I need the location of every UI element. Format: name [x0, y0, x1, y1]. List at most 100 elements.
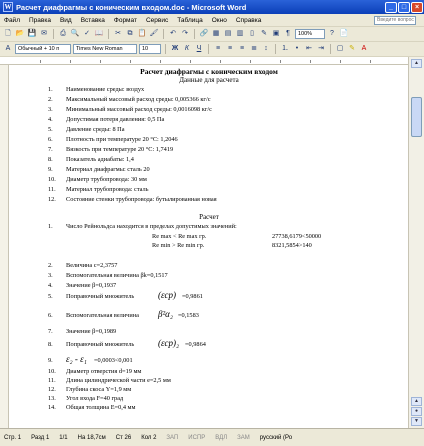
scroll-thumb[interactable]	[411, 97, 422, 137]
list-number: 11.	[48, 186, 56, 193]
style-select[interactable]: Обычный + 10 п	[15, 44, 71, 54]
menu-edit[interactable]: Правка	[29, 17, 51, 24]
cut-icon[interactable]: ✂	[113, 29, 123, 39]
list-item: Состояние стенки трубопровода: бутылиров…	[66, 196, 217, 203]
horizontal-ruler[interactable]	[0, 57, 424, 65]
prev-page-icon[interactable]: ▲	[411, 397, 422, 406]
menu-format[interactable]: Формат	[114, 17, 137, 24]
list-number: 3.	[48, 272, 53, 279]
menu-window[interactable]: Окно	[212, 17, 227, 24]
status-position: На 18,7см	[77, 434, 106, 441]
menu-help[interactable]: Справка	[236, 17, 262, 24]
list-number: 2.	[48, 262, 53, 269]
toolbar-separator	[194, 29, 195, 39]
font-select[interactable]: Times New Roman	[73, 44, 137, 54]
list-item: Поправочный множитель	[66, 293, 135, 300]
vertical-ruler[interactable]	[0, 65, 9, 428]
paste-icon[interactable]: 📋	[137, 29, 147, 39]
status-rec[interactable]: ЗАП	[166, 435, 178, 441]
zoom-select[interactable]: 100%	[295, 29, 325, 39]
close-button[interactable]: ×	[411, 1, 423, 13]
list-item: Диаметр трубопровода: 30 мм	[66, 176, 147, 183]
increase-indent-icon[interactable]: ⇥	[316, 44, 326, 54]
word-app-icon: W	[3, 2, 13, 12]
justify-icon[interactable]: ≣	[249, 44, 259, 54]
drawing-icon[interactable]: ✎	[259, 29, 269, 39]
ask-question-input[interactable]: Введите вопрос	[374, 15, 416, 25]
list-number: 8.	[48, 341, 53, 348]
undo-icon[interactable]: ↶	[168, 29, 178, 39]
list-item: Диаметр отверстия d=19 мм	[66, 368, 142, 375]
maximize-button[interactable]: □	[398, 1, 410, 13]
copy-icon[interactable]: ⧉	[125, 29, 135, 39]
decrease-indent-icon[interactable]: ⇤	[304, 44, 314, 54]
list-number: 6.	[48, 136, 53, 143]
highlight-icon[interactable]: ✎	[347, 44, 357, 54]
status-pages: 1/1	[59, 434, 68, 441]
toolbar-separator	[53, 29, 54, 39]
menu-file[interactable]: Файл	[4, 17, 20, 24]
status-ovr[interactable]: ЗАМ	[237, 435, 250, 441]
underline-icon[interactable]: Ч	[194, 44, 204, 54]
bullets-icon[interactable]: •	[292, 44, 302, 54]
re-min-value: 8321,5854>140	[272, 242, 312, 249]
status-ext[interactable]: ВДЛ	[215, 435, 227, 441]
redo-icon[interactable]: ↷	[180, 29, 190, 39]
toolbar-separator	[108, 29, 109, 39]
re-max-label: Re max < Re max гр.	[152, 233, 207, 240]
styles-pane-icon[interactable]: A	[3, 44, 13, 54]
spelling-icon[interactable]: ✓	[82, 29, 92, 39]
font-color-icon[interactable]: A	[359, 44, 369, 54]
research-icon[interactable]: 📖	[94, 29, 104, 39]
vertical-scrollbar[interactable]: ▲ ▲ ● ▼	[408, 57, 424, 428]
save-icon[interactable]: 💾	[27, 29, 37, 39]
list-item: Длина цилиндрической части e=2,5 мм	[66, 377, 171, 384]
next-page-icon[interactable]: ▼	[411, 417, 422, 426]
window-title: Расчет диафрагмы с коническим входом.doc…	[16, 2, 247, 12]
hyperlink-icon[interactable]: 🔗	[199, 29, 209, 39]
format-painter-icon[interactable]: 🖌	[149, 29, 159, 39]
numbering-icon[interactable]: ⒈	[280, 44, 290, 54]
open-icon[interactable]: 📂	[15, 29, 25, 39]
align-left-icon[interactable]: ≡	[213, 44, 223, 54]
formula: (εcp)	[158, 290, 177, 300]
bold-icon[interactable]: Ж	[170, 44, 180, 54]
list-item: Величина c=2,3757	[66, 262, 118, 269]
read-icon[interactable]: 📄	[339, 29, 349, 39]
help-icon[interactable]: ?	[327, 29, 337, 39]
list-number: 4.	[48, 282, 53, 289]
status-line: Ст 26	[115, 434, 132, 441]
print-icon[interactable]: ⎙	[58, 29, 68, 39]
doc-map-icon[interactable]: ▣	[271, 29, 281, 39]
status-track[interactable]: ИСПР	[188, 435, 205, 441]
columns-icon[interactable]: ▯	[247, 29, 257, 39]
list-number: 7.	[48, 146, 53, 153]
excel-icon[interactable]: ▥	[235, 29, 245, 39]
permission-icon[interactable]: ✉	[39, 29, 49, 39]
tables-borders-icon[interactable]: ▦	[211, 29, 221, 39]
menu-table[interactable]: Таблица	[177, 17, 203, 24]
minimize-button[interactable]: _	[385, 1, 397, 13]
menu-view[interactable]: Вид	[60, 17, 72, 24]
new-document-icon[interactable]: 🗋	[3, 29, 13, 39]
scroll-up-icon[interactable]: ▲	[411, 59, 422, 68]
menu-tools[interactable]: Сервис	[146, 17, 168, 24]
borders-icon[interactable]: ▢	[335, 44, 345, 54]
font-size-select[interactable]: 10	[139, 44, 161, 54]
print-preview-icon[interactable]: 🔍	[70, 29, 80, 39]
browse-object-icon[interactable]: ●	[411, 407, 422, 416]
toolbar-separator	[208, 44, 209, 54]
formatting-toolbar: A Обычный + 10 п Times New Roman 10 Ж К …	[0, 42, 424, 57]
insert-table-icon[interactable]: ▤	[223, 29, 233, 39]
document-page[interactable]: Расчет диафрагмы с коническим входом Дан…	[10, 65, 408, 428]
menu-insert[interactable]: Вставка	[81, 17, 105, 24]
align-center-icon[interactable]: ≡	[225, 44, 235, 54]
list-number: 12.	[48, 196, 56, 203]
show-hide-icon[interactable]: ¶	[283, 29, 293, 39]
list-number: 13.	[48, 395, 56, 402]
align-right-icon[interactable]: ≡	[237, 44, 247, 54]
list-number: 5.	[48, 126, 53, 133]
list-item: Вязкость при температуре 20 °С: 1,7419	[66, 146, 174, 153]
italic-icon[interactable]: К	[182, 44, 192, 54]
line-spacing-icon[interactable]: ↕	[261, 44, 271, 54]
